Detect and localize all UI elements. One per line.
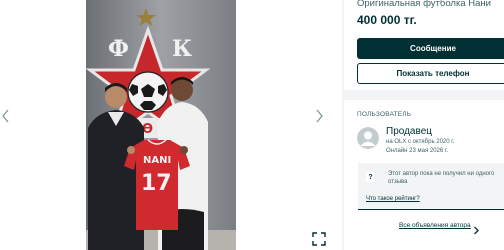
ad-summary-card: Оригинальная футболка Нани 400 000 тг. С… xyxy=(344,0,504,90)
fullscreen-icon[interactable] xyxy=(312,232,326,246)
ad-title: Оригинальная футболка Нани xyxy=(357,0,491,9)
show-phone-button[interactable]: Показать телефон xyxy=(357,63,504,84)
rating-box: ? Этот автор пока не получил ни одного о… xyxy=(358,163,504,210)
seller-heading: ПОЛЬЗОВАТЕЛЬ xyxy=(357,111,412,118)
chevron-left-icon[interactable] xyxy=(0,107,12,125)
seller-name[interactable]: Продавец xyxy=(386,126,432,137)
message-button[interactable]: Сообщение xyxy=(357,38,504,59)
seller-online-status: Онлайн 23 мая 2026 г. xyxy=(386,148,449,154)
ad-price: 400 000 тг. xyxy=(357,13,417,27)
question-icon: ? xyxy=(366,172,375,182)
chevron-right-small-icon[interactable] xyxy=(472,222,480,235)
image-gallery: Ф К Ѳ NANI 17 xyxy=(0,0,342,250)
avatar-icon[interactable] xyxy=(357,127,379,149)
all-seller-ads-link[interactable]: Все объявления автора xyxy=(399,222,471,229)
rating-text: Этот автор пока не получил ни одного отз… xyxy=(388,171,495,185)
gallery-photo[interactable]: Ф К Ѳ NANI 17 xyxy=(86,0,236,250)
shirt-name: NANI xyxy=(143,155,171,166)
seller-since: на OLX с октябрь 2020 г. xyxy=(386,139,455,145)
chevron-right-icon[interactable] xyxy=(313,107,325,125)
seller-card: ПОЛЬЗОВАТЕЛЬ Продавец на OLX с октябрь 2… xyxy=(344,100,504,250)
logo-letter-k: К xyxy=(172,36,192,62)
rating-info-link[interactable]: Что такое рейтинг? xyxy=(366,196,420,202)
logo-letter-f: Ф xyxy=(108,36,129,62)
ad-sidebar: Оригинальная футболка Нани 400 000 тг. С… xyxy=(342,0,504,250)
shirt-number: 17 xyxy=(141,171,172,196)
